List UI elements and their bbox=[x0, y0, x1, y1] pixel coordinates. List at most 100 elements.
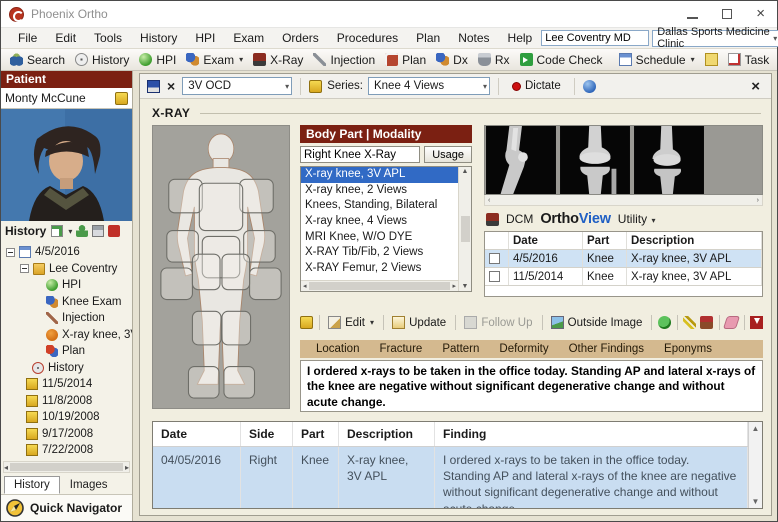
study-checkbox[interactable] bbox=[489, 253, 500, 264]
tree-node-history[interactable]: History bbox=[4, 360, 132, 377]
menu-history[interactable]: History bbox=[131, 31, 186, 45]
audit-icon[interactable] bbox=[699, 316, 713, 329]
provider-input[interactable] bbox=[541, 30, 650, 46]
menu-orders[interactable]: Orders bbox=[273, 31, 328, 45]
tab-fracture[interactable]: Fracture bbox=[369, 343, 432, 355]
note-button[interactable] bbox=[700, 51, 723, 68]
menu-procedures[interactable]: Procedures bbox=[328, 31, 407, 45]
code-check-button[interactable]: Code Check bbox=[515, 51, 608, 69]
plan-button[interactable]: Plan bbox=[380, 51, 431, 69]
thumbnail-scrollbar[interactable]: ‹ › bbox=[484, 195, 763, 206]
tree-node-visit[interactable]: 6/18/2008 bbox=[4, 459, 132, 461]
rx-button[interactable]: Rx bbox=[473, 51, 515, 69]
eraser-icon[interactable] bbox=[722, 316, 740, 329]
help-icon[interactable] bbox=[582, 79, 596, 93]
scroll-left-icon[interactable]: ◂ bbox=[4, 463, 8, 472]
injection-button[interactable]: Injection bbox=[308, 51, 380, 69]
tree-view-icon[interactable] bbox=[51, 225, 64, 237]
scroll-down-icon[interactable]: ▼ bbox=[462, 283, 469, 290]
keys-icon[interactable] bbox=[682, 316, 696, 329]
tab-other-findings[interactable]: Other Findings bbox=[559, 343, 654, 355]
modality-item[interactable]: X-ray knee, 4 Views bbox=[301, 214, 458, 230]
sidebar-horizontal-scrollbar[interactable]: ◂ ▸ bbox=[3, 461, 130, 473]
scrollbar-thumb[interactable] bbox=[308, 282, 451, 290]
patient-list-icon[interactable] bbox=[76, 225, 89, 237]
scroll-right-icon[interactable]: ▸ bbox=[452, 282, 456, 290]
collapse-icon[interactable] bbox=[20, 264, 29, 274]
scroll-up-icon[interactable]: ▲ bbox=[752, 424, 760, 433]
orthoview-logo[interactable]: OrthoView bbox=[540, 211, 611, 227]
menu-plan[interactable]: Plan bbox=[407, 31, 449, 45]
tree-node-visit[interactable]: 11/8/2008 bbox=[4, 393, 132, 410]
tree-node-plan[interactable]: Plan bbox=[4, 343, 132, 360]
finding-row[interactable]: 04/05/2016 Right Knee X-ray knee, 3V APL… bbox=[153, 447, 748, 508]
study-checkbox[interactable] bbox=[489, 271, 500, 282]
collapse-icon[interactable] bbox=[6, 247, 15, 257]
pdf-icon[interactable] bbox=[108, 225, 121, 237]
findings-table-vertical-scrollbar[interactable]: ▲ ▼ bbox=[748, 422, 762, 508]
schedule-button[interactable]: Schedule ▾ bbox=[614, 51, 700, 69]
xray-button[interactable]: X-Ray bbox=[248, 51, 308, 69]
body-diagram[interactable] bbox=[152, 125, 290, 409]
tree-node-visit[interactable]: 4/5/2016 bbox=[4, 244, 132, 261]
template-select[interactable]: 3V OCD ▾ bbox=[182, 77, 293, 95]
menu-help[interactable]: Help bbox=[499, 31, 542, 45]
follow-up-button[interactable]: Follow Up bbox=[461, 315, 535, 330]
minimize-button[interactable] bbox=[687, 10, 699, 19]
clinic-select[interactable]: Dallas Sports Medicine Clinic ▾ bbox=[652, 26, 778, 50]
tree-node-hpi[interactable]: HPI bbox=[4, 277, 132, 294]
tree-node-visit[interactable]: 9/17/2008 bbox=[4, 426, 132, 443]
tab-deformity[interactable]: Deformity bbox=[489, 343, 558, 355]
patient-card-icon[interactable] bbox=[115, 91, 128, 105]
tree-node-provider[interactable]: Lee Coventry bbox=[4, 261, 132, 278]
hpi-button[interactable]: HPI bbox=[134, 51, 181, 69]
menu-edit[interactable]: Edit bbox=[46, 31, 85, 45]
xray-thumbnail-ap[interactable] bbox=[559, 126, 631, 194]
delete-icon[interactable]: × bbox=[165, 78, 177, 94]
search-button[interactable]: Search bbox=[5, 51, 70, 69]
menu-exam[interactable]: Exam bbox=[224, 31, 273, 45]
scroll-left-icon[interactable]: ◂ bbox=[303, 282, 307, 290]
xray-thumbnail-lateral[interactable] bbox=[485, 126, 557, 194]
menu-notes[interactable]: Notes bbox=[449, 31, 498, 45]
scroll-left-icon[interactable]: ‹ bbox=[488, 197, 490, 204]
tree-node-visit[interactable]: 7/22/2008 bbox=[4, 442, 132, 459]
study-row[interactable]: 4/5/2016 Knee X-ray knee, 3V APL bbox=[485, 250, 762, 268]
dcm-button[interactable]: DCM bbox=[506, 212, 533, 226]
outside-image-button[interactable]: Outside Image bbox=[548, 315, 646, 330]
badge-icon[interactable] bbox=[300, 316, 313, 329]
printer-icon[interactable] bbox=[92, 225, 105, 237]
close-button[interactable]: × bbox=[756, 6, 765, 21]
modality-item[interactable]: X-ray knee, 2 Views bbox=[301, 183, 458, 199]
dictate-button[interactable]: Dictate bbox=[507, 78, 566, 94]
scroll-right-icon[interactable]: › bbox=[757, 197, 759, 204]
modality-item[interactable]: X-RAY Tib/Fib, 2 Views bbox=[301, 245, 458, 261]
scroll-down-icon[interactable]: ▼ bbox=[752, 497, 760, 506]
save-icon[interactable] bbox=[147, 79, 160, 93]
tree-node-visit[interactable]: 11/5/2014 bbox=[4, 376, 132, 393]
exam-button[interactable]: Exam ▾ bbox=[181, 51, 248, 69]
tree-node-visit[interactable]: 10/19/2008 bbox=[4, 409, 132, 426]
update-button[interactable]: Update bbox=[389, 315, 449, 330]
utility-menu-button[interactable]: Utility ▾ bbox=[618, 212, 656, 226]
tab-history[interactable]: History bbox=[4, 476, 60, 494]
xray-thumbnail-ap2[interactable] bbox=[633, 126, 705, 194]
scrollbar-thumb[interactable] bbox=[10, 463, 123, 471]
modality-item[interactable]: X-ray knee, 3V APL bbox=[301, 167, 458, 183]
tree-node-xray[interactable]: X-ray knee, 3V A bbox=[4, 327, 132, 344]
menu-file[interactable]: File bbox=[9, 31, 46, 45]
scrollbar-thumb[interactable] bbox=[460, 216, 470, 242]
menu-hpi[interactable]: HPI bbox=[186, 31, 224, 45]
close-module-button[interactable]: × bbox=[747, 78, 764, 95]
history-button[interactable]: History bbox=[70, 51, 134, 69]
finding-textarea[interactable]: I ordered x-rays to be taken in the offi… bbox=[300, 360, 763, 412]
tree-node-knee-exam[interactable]: Knee Exam bbox=[4, 294, 132, 311]
modality-item[interactable]: Knees, Standing, Bilateral bbox=[301, 198, 458, 214]
import-icon[interactable] bbox=[750, 316, 763, 329]
edit-button[interactable]: Edit ▾ bbox=[325, 315, 377, 330]
tab-pattern[interactable]: Pattern bbox=[432, 343, 489, 355]
tab-location[interactable]: Location bbox=[306, 343, 369, 355]
quick-navigator[interactable]: Quick Navigator bbox=[1, 494, 132, 521]
chevron-down-icon[interactable]: ▾ bbox=[68, 227, 72, 236]
tab-images[interactable]: Images bbox=[60, 476, 118, 494]
